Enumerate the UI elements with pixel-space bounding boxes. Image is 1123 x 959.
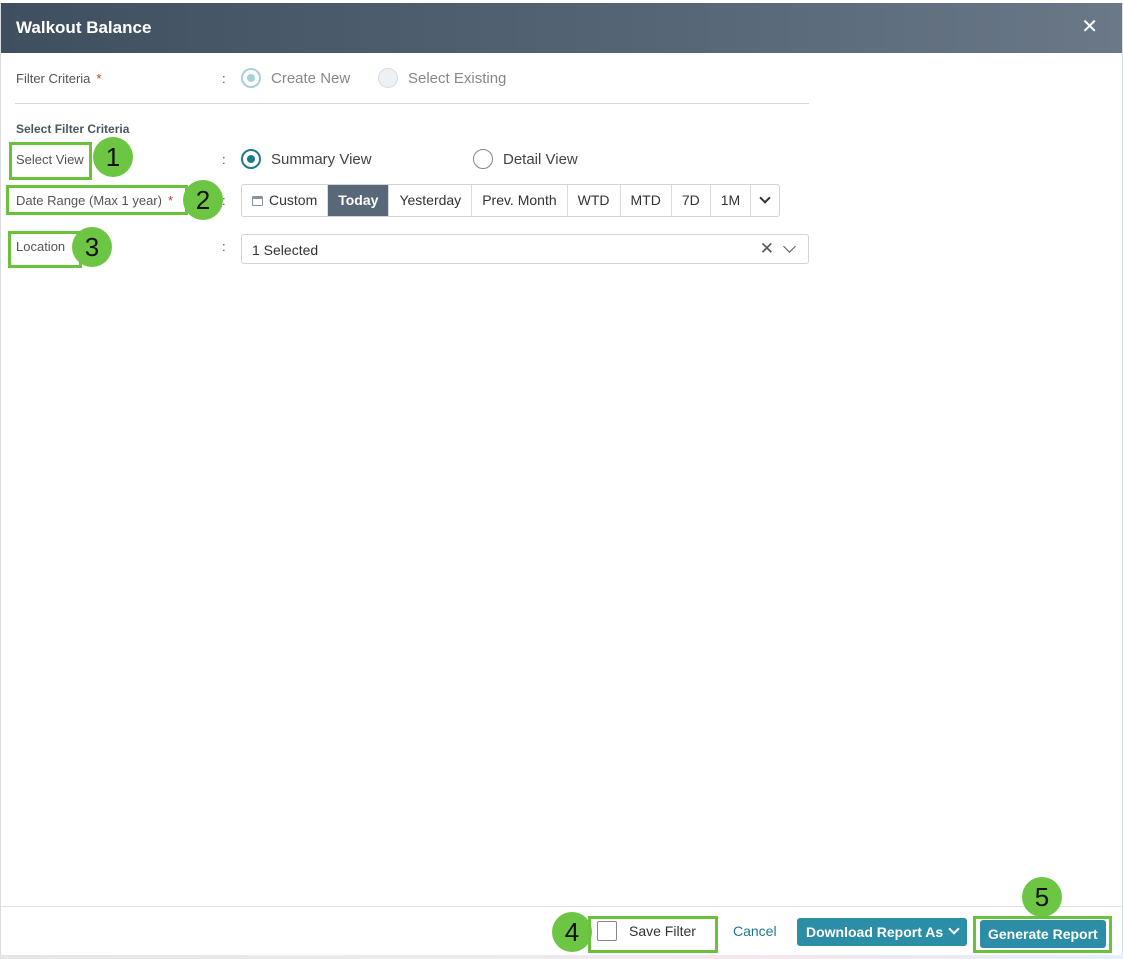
- cancel-button[interactable]: Cancel: [733, 923, 777, 939]
- required-mark: *: [96, 71, 102, 86]
- radio-create-new[interactable]: Create New: [241, 68, 350, 88]
- download-report-button[interactable]: Download Report As: [797, 918, 968, 946]
- annotation-badge-3: 3: [72, 227, 112, 267]
- footer-divider: [1, 906, 1122, 907]
- annotation-highlight-2: [6, 185, 188, 215]
- dialog-titlebar: Walkout Balance ✕: [1, 3, 1122, 53]
- radio-checked-icon: [241, 149, 261, 169]
- annotation-badge-5: 5: [1022, 877, 1062, 917]
- radio-detail-view-label: Detail View: [503, 150, 578, 168]
- annotation-highlight-1: [9, 142, 92, 180]
- date-option-1m[interactable]: 1M: [711, 185, 752, 216]
- download-report-label: Download Report As: [806, 924, 944, 940]
- radio-select-existing-label: Select Existing: [408, 69, 507, 87]
- radio-create-new-label: Create New: [271, 69, 351, 87]
- annotation-highlight-3: [8, 231, 82, 268]
- date-option-yesterday[interactable]: Yesterday: [389, 185, 473, 216]
- date-option-today[interactable]: Today: [328, 185, 390, 216]
- location-value: 1 Selected: [252, 242, 319, 258]
- radio-unchecked-icon: [378, 68, 398, 88]
- date-option-custom[interactable]: Custom: [242, 185, 329, 216]
- date-range-selector: Custom Today Yesterday Prev. Month WTD M…: [241, 184, 781, 217]
- filter-criteria-text: Filter Criteria: [16, 71, 91, 86]
- radio-detail-view[interactable]: Detail View: [473, 149, 578, 169]
- separator: :: [222, 152, 226, 167]
- walkout-balance-dialog: Walkout Balance ✕ Filter Criteria * : Cre…: [0, 3, 1123, 957]
- save-filter-checkbox[interactable]: Save Filter: [597, 921, 696, 941]
- filter-criteria-label: Filter Criteria *: [16, 71, 101, 86]
- radio-summary-view[interactable]: Summary View: [241, 149, 372, 169]
- date-option-custom-label: Custom: [269, 192, 318, 208]
- date-option-mtd[interactable]: MTD: [621, 185, 672, 216]
- radio-summary-view-label: Summary View: [271, 150, 372, 168]
- date-option-wtd[interactable]: WTD: [568, 185, 621, 216]
- radio-checked-icon: [241, 68, 261, 88]
- bottom-strip: [0, 955, 1123, 959]
- annotation-badge-4: 4: [552, 912, 592, 952]
- date-option-prev-month[interactable]: Prev. Month: [472, 185, 568, 216]
- calendar-icon: [252, 196, 263, 206]
- separator: :: [222, 239, 226, 254]
- separator: :: [222, 71, 226, 86]
- annotation-badge-2: 2: [183, 180, 223, 220]
- checkbox-box[interactable]: [597, 921, 617, 941]
- dialog-title: Walkout Balance: [16, 18, 152, 37]
- chevron-down-icon: [759, 192, 771, 204]
- radio-select-existing[interactable]: Select Existing: [378, 68, 506, 88]
- clear-icon[interactable]: ✕: [760, 239, 774, 259]
- date-option-7d[interactable]: 7D: [672, 185, 711, 216]
- chevron-down-icon[interactable]: [783, 240, 796, 253]
- date-more-dropdown[interactable]: [751, 185, 779, 216]
- save-filter-label: Save Filter: [629, 923, 696, 939]
- separator: :: [222, 193, 226, 208]
- divider: [15, 103, 809, 104]
- close-icon[interactable]: ✕: [1081, 17, 1098, 37]
- generate-report-button[interactable]: Generate Report: [980, 920, 1106, 948]
- section-title: Select Filter Criteria: [16, 122, 130, 136]
- annotation-badge-1: 1: [93, 137, 133, 177]
- chevron-down-icon: [948, 923, 960, 935]
- location-select[interactable]: 1 Selected ✕: [241, 234, 809, 264]
- radio-unchecked-icon: [473, 149, 493, 169]
